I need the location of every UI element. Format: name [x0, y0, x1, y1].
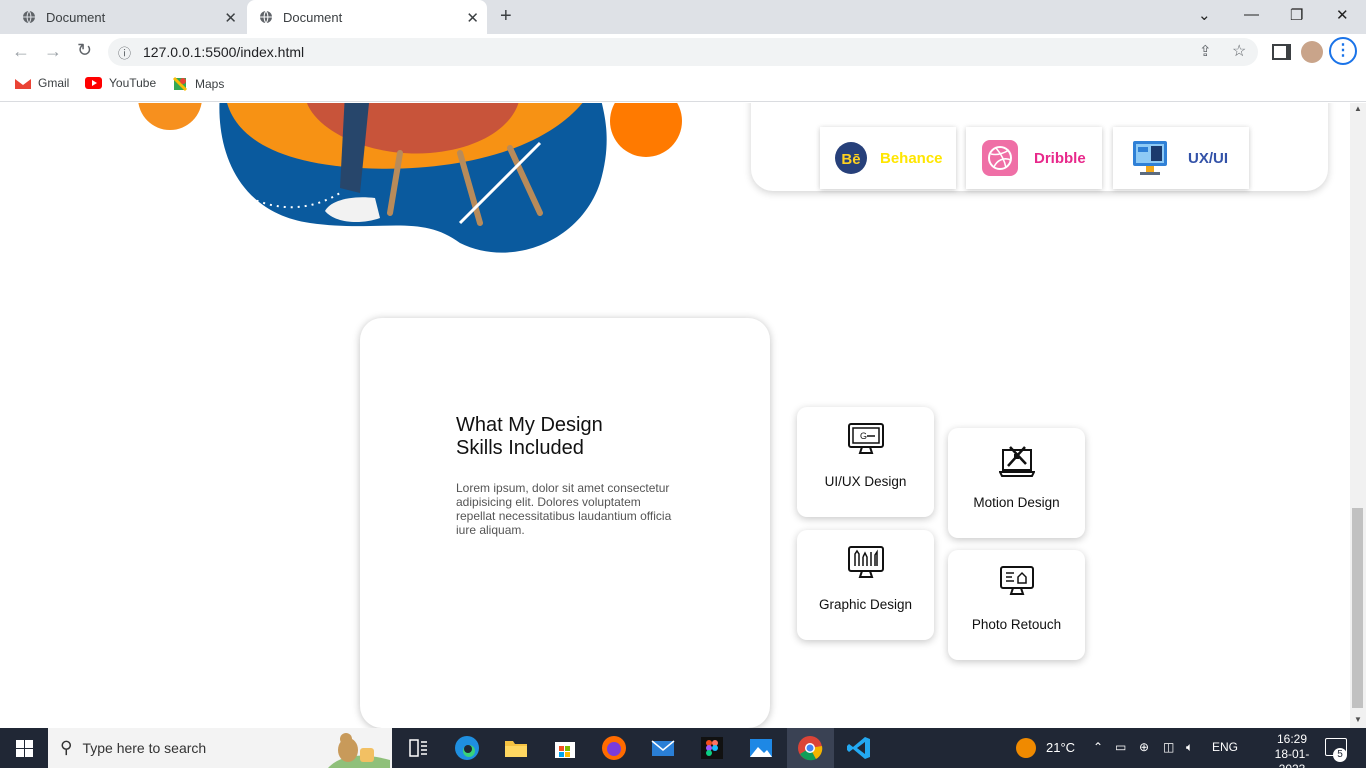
- firefox-icon[interactable]: [600, 734, 628, 762]
- svg-text:G: G: [860, 431, 867, 441]
- bookmark-gmail[interactable]: Gmail: [15, 76, 69, 90]
- chrome-icon[interactable]: [796, 734, 824, 762]
- tab-search-icon[interactable]: ⌄: [1198, 6, 1211, 24]
- gmail-icon: [15, 77, 31, 89]
- skill-card-label: UI/UX Design: [824, 474, 907, 489]
- scroll-up-arrow-icon[interactable]: ▲: [1354, 104, 1362, 113]
- tab-1[interactable]: Document ✕: [0, 0, 245, 34]
- store-icon[interactable]: [551, 734, 579, 762]
- window-close-button[interactable]: ✕: [1336, 6, 1349, 24]
- scrollbar-thumb[interactable]: [1352, 508, 1363, 708]
- notification-badge: 5: [1333, 748, 1347, 762]
- scroll-down-arrow-icon[interactable]: ▼: [1354, 715, 1362, 724]
- skill-card-label: Graphic Design: [818, 597, 913, 612]
- network-icon[interactable]: ⊕: [1139, 740, 1149, 754]
- figma-icon[interactable]: [698, 734, 726, 762]
- clock-date: 18-01-2023: [1274, 747, 1310, 776]
- back-button[interactable]: ←: [12, 41, 30, 62]
- restore-button[interactable]: ❐: [1290, 6, 1303, 24]
- monitor-design-icon: G: [847, 423, 884, 454]
- menu-kebab-icon[interactable]: ⋮: [1329, 37, 1357, 65]
- svg-text:Bē: Bē: [841, 151, 860, 168]
- weather-sun-icon[interactable]: [1015, 737, 1037, 759]
- tab-2-title: Document: [283, 9, 343, 25]
- mail-icon[interactable]: [649, 734, 677, 762]
- skill-card-photo[interactable]: Photo Retouch: [948, 550, 1085, 660]
- skills-description: Lorem ipsum, dolor sit amet consectetur …: [456, 481, 672, 537]
- minimize-button[interactable]: —: [1244, 6, 1259, 23]
- edge-icon[interactable]: [453, 734, 481, 762]
- uxui-link[interactable]: UX/UI: [1113, 127, 1249, 189]
- clock[interactable]: 16:29 18-01-2023: [1264, 732, 1320, 777]
- address-text: 127.0.0.1:5500/index.html: [143, 44, 305, 60]
- tab-1-title: Document: [46, 9, 106, 25]
- vscode-icon[interactable]: [845, 734, 873, 762]
- site-info-icon[interactable]: ⓘ: [118, 43, 131, 62]
- weather-temperature[interactable]: 21°C: [1046, 740, 1075, 755]
- dribble-link[interactable]: Dribble: [966, 127, 1102, 189]
- bookmark-label: Maps: [195, 77, 225, 91]
- bookmark-maps[interactable]: Maps: [172, 76, 224, 92]
- dribble-label: Dribble: [1034, 149, 1086, 167]
- behance-icon: Bē: [835, 142, 867, 174]
- skill-card-label: Motion Design: [973, 495, 1060, 510]
- monitor-icon: [1133, 141, 1167, 175]
- behance-link[interactable]: Bē Behance: [820, 127, 956, 189]
- youtube-icon: [85, 77, 102, 89]
- search-icon: ⚲: [60, 738, 73, 757]
- address-bar[interactable]: ⓘ 127.0.0.1:5500/index.html: [108, 38, 1258, 66]
- behance-label: Behance: [880, 149, 943, 167]
- hero-illustration: [138, 103, 682, 253]
- windows-start-icon[interactable]: [16, 740, 33, 757]
- laptop-tools-icon: [998, 446, 1035, 477]
- skills-title: What My Design Skills Included: [456, 414, 656, 460]
- bookmark-label: YouTube: [109, 76, 157, 90]
- dribbble-icon: [982, 140, 1018, 176]
- share-icon[interactable]: ⇪: [1199, 42, 1212, 60]
- chevron-up-icon[interactable]: ⌃: [1093, 740, 1103, 754]
- maps-icon: [172, 76, 188, 92]
- monitor-home-icon: [999, 566, 1034, 595]
- skills-title-line-2: Skills Included: [456, 437, 584, 459]
- clock-time: 16:29: [1276, 732, 1308, 746]
- tab-2[interactable]: Document ✕: [247, 0, 487, 34]
- bookmark-label: Gmail: [38, 76, 70, 90]
- photos-icon[interactable]: [747, 734, 775, 762]
- skills-title-line-1: What My Design: [456, 414, 603, 436]
- profile-avatar[interactable]: [1301, 41, 1323, 63]
- new-tab-button[interactable]: +: [500, 5, 512, 28]
- file-explorer-icon[interactable]: [502, 734, 530, 762]
- forward-button[interactable]: →: [44, 41, 62, 62]
- search-placeholder: Type here to search: [82, 740, 207, 756]
- skill-card-uiux[interactable]: G UI/UX Design: [797, 407, 934, 517]
- language-indicator[interactable]: ENG: [1212, 740, 1238, 754]
- globe-icon: [260, 10, 272, 24]
- volume-icon[interactable]: 🔈︎: [1186, 740, 1193, 755]
- bookmark-star-icon[interactable]: ☆: [1232, 41, 1246, 61]
- side-panel-icon[interactable]: [1272, 44, 1291, 60]
- page-viewport: Bē Behance Dribble UX/UI What My Design …: [0, 103, 1350, 728]
- search-highlight-illustration: [328, 733, 390, 768]
- uxui-label: UX/UI: [1188, 149, 1229, 167]
- skill-card-label: Photo Retouch: [971, 617, 1062, 632]
- skill-card-motion[interactable]: Motion Design: [948, 428, 1085, 538]
- close-icon[interactable]: ✕: [466, 9, 479, 27]
- monitor-pens-icon: [847, 546, 884, 578]
- battery-icon[interactable]: ▭: [1115, 740, 1126, 754]
- camera-icon[interactable]: ◫: [1163, 740, 1174, 754]
- bookmark-youtube[interactable]: YouTube: [85, 76, 156, 90]
- task-view-icon[interactable]: [404, 734, 432, 762]
- skill-card-graphic[interactable]: Graphic Design: [797, 530, 934, 640]
- globe-icon: [23, 10, 35, 24]
- reload-button[interactable]: ↻: [77, 40, 92, 61]
- close-icon[interactable]: ✕: [224, 9, 237, 27]
